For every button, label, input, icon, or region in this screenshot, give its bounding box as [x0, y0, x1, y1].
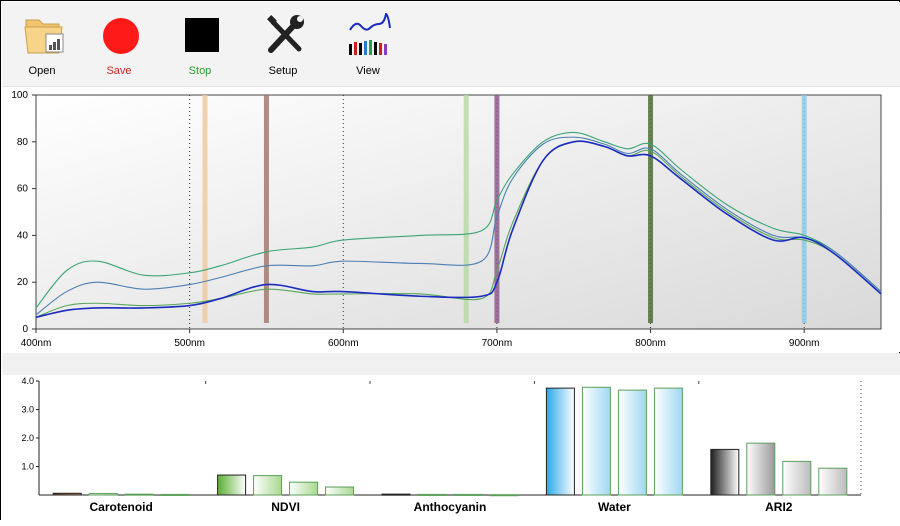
y-tick-label: 40 [17, 230, 29, 241]
y-tick-label: 2.0 [21, 433, 34, 443]
chart-separator [2, 353, 900, 375]
y-tick-label: 3.0 [21, 405, 34, 415]
category-label: NDVI [271, 500, 300, 514]
x-tick-label: 400nm [21, 338, 52, 349]
x-tick-label: 800nm [635, 338, 666, 349]
index-bar [782, 460, 812, 496]
index-bar [325, 486, 355, 496]
app-window: Open Save Stop Setup View 400nm 500nm 60… [0, 0, 900, 521]
index-bar [52, 492, 82, 496]
view-label: View [356, 65, 380, 77]
index-bar [124, 493, 154, 496]
y-tick-label: 100 [11, 90, 28, 101]
band-marker [648, 95, 654, 323]
plot-area [35, 94, 882, 330]
x-tick-label: 600nm [328, 338, 359, 349]
toolbar: Open Save Stop Setup View [2, 2, 900, 87]
band-marker [801, 95, 807, 323]
save-label: Save [106, 65, 132, 77]
stop-label: Stop [188, 65, 212, 77]
index-bar [653, 387, 683, 496]
y-tick-label: 0 [22, 324, 28, 335]
stop-button[interactable]: Stop [170, 2, 230, 86]
open-button[interactable]: Open [12, 2, 72, 86]
index-bar [253, 475, 283, 496]
spectrum-chart: 400nm 500nm 600nm 700nm 800nm 900nm 0 20 40 60 80 1… [1, 87, 900, 352]
index-bar [545, 387, 575, 496]
band-marker [494, 95, 500, 323]
stop-icon [185, 18, 219, 52]
index-bar-plot: 4.0 3.0 2.0 1.0 Carotenoid NDVI Anthocyanin Wat… [21, 376, 862, 514]
category-label: ARI2 [765, 500, 793, 514]
index-bar [453, 493, 483, 496]
index-bar [381, 493, 411, 496]
view-chart-icon [349, 12, 391, 55]
index-bar [710, 448, 740, 496]
index-bar [746, 442, 776, 496]
spectrum-plot: 400nm 500nm 600nm 700nm 800nm 900nm 0 20 40 60 80 1… [11, 90, 882, 349]
x-tick-label: 500nm [174, 338, 205, 349]
open-label: Open [28, 65, 56, 77]
setup-button[interactable]: Setup [253, 2, 313, 86]
index-bar [88, 493, 118, 496]
index-bar-chart: 4.0 3.0 2.0 1.0 Carotenoid NDVI Anthocyanin Wat… [1, 375, 900, 521]
index-bar [217, 474, 247, 496]
save-button[interactable]: Save [89, 2, 149, 86]
y-tick-label: 4.0 [21, 376, 34, 386]
band-marker [202, 95, 208, 323]
view-button[interactable]: View [338, 2, 398, 86]
index-bar [160, 493, 190, 496]
y-tick-label: 20 [17, 277, 29, 288]
x-tick-label: 700nm [482, 338, 513, 349]
band-marker [463, 95, 469, 323]
tools-icon [267, 15, 304, 53]
category-label: Water [598, 500, 631, 514]
y-tick-label: 1.0 [21, 462, 34, 472]
y-tick-label: 80 [17, 137, 29, 148]
index-bar [417, 493, 447, 496]
record-icon [103, 18, 139, 54]
index-bar [818, 467, 848, 496]
index-bar [617, 389, 647, 496]
x-tick-label: 900nm [789, 338, 820, 349]
y-tick-label: 60 [17, 184, 29, 195]
index-bar [581, 386, 611, 496]
category-label: Anthocyanin [414, 500, 487, 514]
setup-label: Setup [268, 65, 298, 77]
index-bar [489, 494, 519, 497]
folder-icon [24, 19, 64, 54]
category-label: Carotenoid [90, 500, 153, 514]
index-bar [289, 481, 319, 496]
